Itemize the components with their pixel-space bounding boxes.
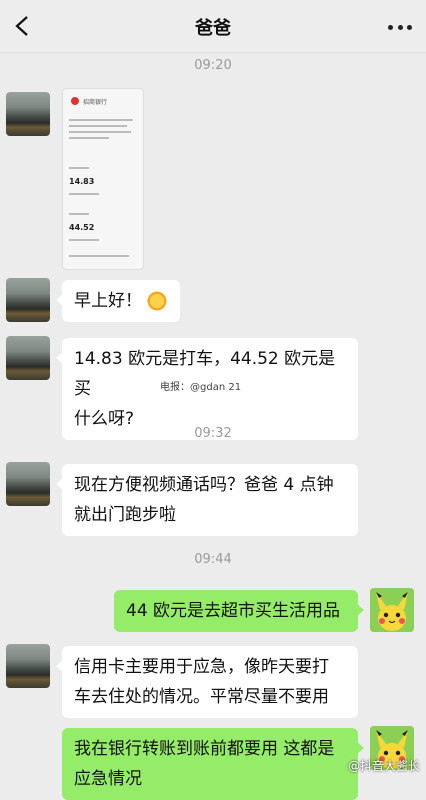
message-text-line: 信用卡主要用于应急，像昨天要打	[74, 657, 329, 677]
avatar-dad[interactable]	[6, 92, 50, 136]
avatar-dad[interactable]	[6, 278, 50, 322]
chat-header: 爸爸	[0, 0, 426, 53]
message-text: 早上好！	[74, 291, 142, 311]
message-bubble[interactable]: 现在方便视频通话吗？爸爸 4 点钟 就出门跑步啦	[56, 464, 358, 536]
amount-1: 14.83	[69, 177, 95, 186]
avatar-dad[interactable]	[6, 644, 50, 688]
message-text-line: 应急情况	[74, 769, 142, 789]
message-text-line: 现在方便视频通话吗？爸爸 4 点钟	[74, 475, 334, 495]
timestamp: 09:44	[194, 552, 232, 567]
more-button[interactable]	[388, 24, 412, 30]
message-bubble-mine[interactable]: 44 欧元是去超市买生活用品	[114, 590, 364, 632]
message-text-line: 14.83 欧元是打车，44.52 欧元是买	[74, 349, 336, 399]
chat-title: 爸爸	[195, 18, 231, 39]
avatar-me[interactable]	[370, 588, 414, 632]
timestamp: 09:20	[194, 58, 232, 73]
message-bubble[interactable]: 早上好！	[56, 280, 180, 322]
timestamp: 09:32	[194, 426, 232, 441]
bank-logo-icon	[71, 97, 79, 105]
message-bubble[interactable]: 信用卡主要用于应急，像昨天要打 车去住处的情况。平常尽量不要用	[56, 646, 358, 718]
amount-2: 44.52	[69, 223, 95, 232]
message-bubble-mine[interactable]: 我在银行转账到账前都要用 这都是 应急情况	[62, 728, 364, 800]
message-text-line: 我在银行转账到账前都要用 这都是	[74, 739, 335, 759]
more-icon	[388, 24, 393, 30]
sun-emoji-icon	[146, 290, 168, 312]
image-message-screenshot[interactable]: 招商银行 14.83 44.52	[62, 88, 144, 270]
avatar-dad[interactable]	[6, 336, 50, 380]
watermark: 电报：@gdan 21	[160, 382, 242, 393]
pikachu-avatar-icon	[370, 588, 414, 632]
watermark: @抖音大酱长	[347, 759, 420, 773]
bank-name: 招商银行	[83, 99, 108, 106]
message-text-line: 就出门跑步啦	[74, 505, 176, 525]
avatar-dad[interactable]	[6, 462, 50, 506]
message-text: 44 欧元是去超市买生活用品	[126, 601, 341, 621]
message-text-line: 车去住处的情况。平常尽量不要用	[74, 687, 329, 707]
